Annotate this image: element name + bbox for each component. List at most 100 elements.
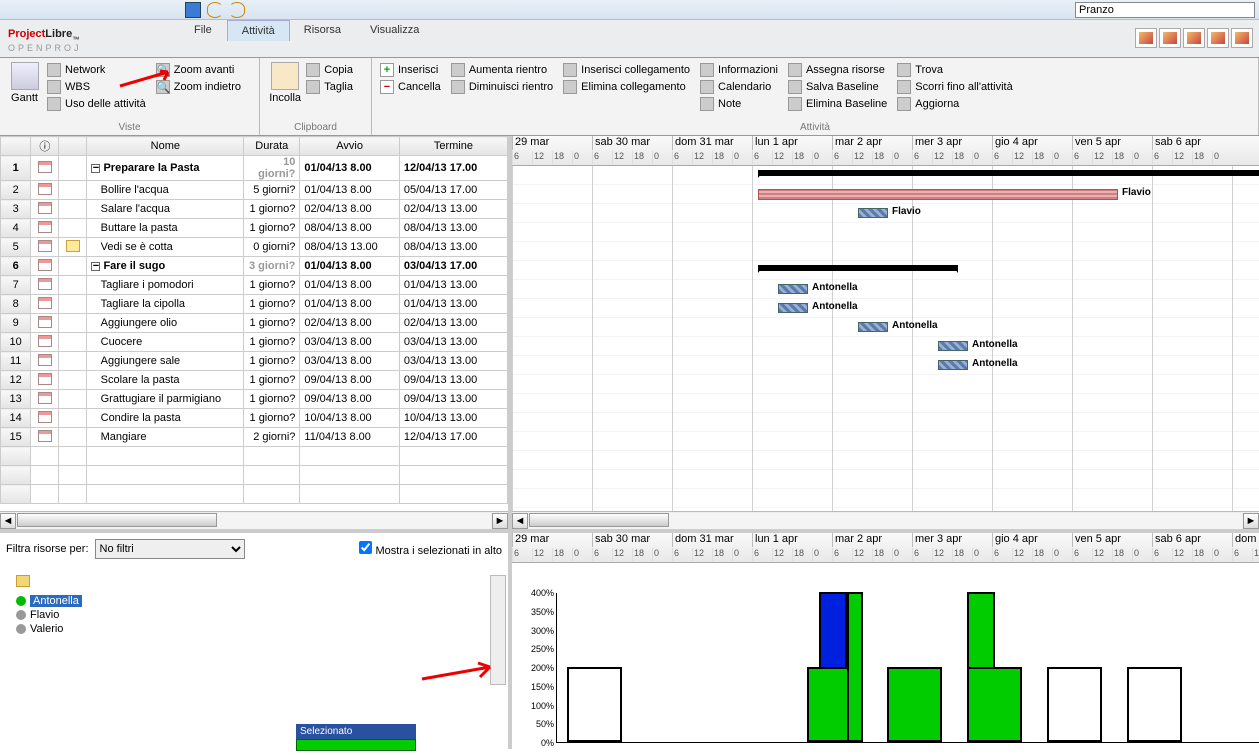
undo-icon[interactable] bbox=[207, 2, 223, 18]
row-number[interactable]: 12 bbox=[1, 371, 31, 390]
task-hscroll[interactable]: ◄ ► bbox=[0, 511, 508, 529]
task-name-cell[interactable]: Tagliare la cipolla bbox=[87, 295, 244, 314]
task-end-cell[interactable]: 09/04/13 13.00 bbox=[399, 390, 507, 409]
table-row[interactable]: 3 Salare l'acqua1 giorno?02/04/13 8.0002… bbox=[1, 200, 508, 219]
row-number[interactable]: 5 bbox=[1, 238, 31, 257]
menu-risorsa[interactable]: Risorsa bbox=[290, 20, 356, 40]
row-number[interactable]: 10 bbox=[1, 333, 31, 352]
task-name-cell[interactable]: Grattugiare il parmigiano bbox=[87, 390, 244, 409]
project-name-field[interactable]: Pranzo bbox=[1075, 2, 1255, 18]
insert-button[interactable]: Inserisci bbox=[380, 62, 441, 78]
task-start-cell[interactable]: 01/04/13 8.00 bbox=[300, 156, 399, 181]
resource-antonella[interactable]: Antonella bbox=[16, 594, 502, 608]
scroll-thumb[interactable] bbox=[17, 513, 217, 527]
update-button[interactable]: Aggiorna bbox=[897, 96, 1012, 112]
task-start-cell[interactable]: 01/04/13 8.00 bbox=[300, 295, 399, 314]
table-row[interactable]: 9 Aggiungere olio1 giorno?02/04/13 8.000… bbox=[1, 314, 508, 333]
table-row[interactable]: 2 Bollire l'acqua5 giorni?01/04/13 8.000… bbox=[1, 181, 508, 200]
cut-button[interactable]: Taglia bbox=[306, 79, 353, 95]
paste-button[interactable]: Incolla bbox=[268, 62, 302, 104]
table-row[interactable]: 10 Cuocere1 giorno?03/04/13 8.0003/04/13… bbox=[1, 333, 508, 352]
wbs-button[interactable]: WBS bbox=[47, 79, 146, 95]
view-icon-3[interactable] bbox=[1183, 28, 1205, 48]
info-button[interactable]: Informazioni bbox=[700, 62, 778, 78]
redo-icon[interactable] bbox=[229, 2, 245, 18]
table-row[interactable]: 7 Tagliare i pomodori1 giorno?01/04/13 8… bbox=[1, 276, 508, 295]
gantt-scroll-right-icon[interactable]: ► bbox=[1243, 513, 1259, 529]
task-duration-cell[interactable]: 1 giorno? bbox=[244, 371, 300, 390]
table-row[interactable]: 13 Grattugiare il parmigiano1 giorno?09/… bbox=[1, 390, 508, 409]
task-end-cell[interactable]: 10/04/13 13.00 bbox=[399, 409, 507, 428]
network-button[interactable]: Network bbox=[47, 62, 146, 78]
delete-button[interactable]: Cancella bbox=[380, 79, 441, 95]
show-selected-check[interactable]: Mostra i selezionati in alto bbox=[359, 541, 502, 557]
col-nome[interactable]: Nome bbox=[87, 137, 244, 156]
task-start-cell[interactable]: 01/04/13 8.00 bbox=[300, 181, 399, 200]
task-duration-cell[interactable]: 1 giorno? bbox=[244, 333, 300, 352]
col-indicator[interactable]: ⓘ bbox=[31, 137, 59, 156]
find-button[interactable]: Trova bbox=[897, 62, 1012, 78]
gantt-bar[interactable] bbox=[758, 265, 958, 271]
note-button[interactable]: Note bbox=[700, 96, 778, 112]
col-termine[interactable]: Termine bbox=[399, 137, 507, 156]
table-row[interactable]: 12 Scolare la pasta1 giorno?09/04/13 8.0… bbox=[1, 371, 508, 390]
col-durata[interactable]: Durata bbox=[244, 137, 300, 156]
gantt-bar[interactable] bbox=[858, 322, 888, 332]
col-avvio[interactable]: Avvio bbox=[300, 137, 399, 156]
row-number[interactable]: 4 bbox=[1, 219, 31, 238]
view-icon-2[interactable] bbox=[1159, 28, 1181, 48]
view-icon-4[interactable] bbox=[1207, 28, 1229, 48]
assign-resources-button[interactable]: Assegna risorse bbox=[788, 62, 887, 78]
link-button[interactable]: Inserisci collegamento bbox=[563, 62, 690, 78]
scroll-right-icon[interactable]: ► bbox=[492, 513, 508, 529]
row-number[interactable]: 2 bbox=[1, 181, 31, 200]
table-row[interactable]: 6−Fare il sugo3 giorni?01/04/13 8.0003/0… bbox=[1, 257, 508, 276]
task-name-cell[interactable]: Cuocere bbox=[87, 333, 244, 352]
table-row[interactable]: 15 Mangiare2 giorni?11/04/13 8.0012/04/1… bbox=[1, 428, 508, 447]
zoom-in-button[interactable]: 🔍Zoom avanti bbox=[156, 62, 241, 78]
col-rownum[interactable] bbox=[1, 137, 31, 156]
scroll-left-icon[interactable]: ◄ bbox=[0, 513, 16, 529]
save-icon[interactable] bbox=[185, 2, 201, 18]
task-end-cell[interactable]: 08/04/13 13.00 bbox=[399, 219, 507, 238]
task-start-cell[interactable]: 01/04/13 8.00 bbox=[300, 257, 399, 276]
menu-attivita[interactable]: Attività bbox=[227, 20, 290, 41]
task-end-cell[interactable]: 03/04/13 13.00 bbox=[399, 352, 507, 371]
gantt-bar[interactable] bbox=[938, 360, 968, 370]
task-duration-cell[interactable]: 1 giorno? bbox=[244, 314, 300, 333]
task-duration-cell[interactable]: 0 giorni? bbox=[244, 238, 300, 257]
task-duration-cell[interactable]: 5 giorni? bbox=[244, 181, 300, 200]
col-indicator2[interactable] bbox=[59, 137, 87, 156]
gantt-scroll-left-icon[interactable]: ◄ bbox=[512, 513, 528, 529]
table-row[interactable]: 1−Preparare la Pasta10 giorni?01/04/13 8… bbox=[1, 156, 508, 181]
task-start-cell[interactable]: 08/04/13 8.00 bbox=[300, 219, 399, 238]
show-selected-checkbox[interactable] bbox=[359, 541, 372, 554]
task-duration-cell[interactable]: 1 giorno? bbox=[244, 276, 300, 295]
task-start-cell[interactable]: 02/04/13 8.00 bbox=[300, 314, 399, 333]
task-end-cell[interactable]: 01/04/13 13.00 bbox=[399, 276, 507, 295]
task-end-cell[interactable]: 03/04/13 13.00 bbox=[399, 333, 507, 352]
gantt-scroll-thumb[interactable] bbox=[529, 513, 669, 527]
gantt-bar[interactable] bbox=[938, 341, 968, 351]
task-name-cell[interactable]: −Preparare la Pasta bbox=[87, 156, 244, 181]
task-end-cell[interactable]: 02/04/13 13.00 bbox=[399, 200, 507, 219]
histogram-pane[interactable]: 29 mar612180sab 30 mar612180dom 31 mar61… bbox=[512, 533, 1259, 749]
task-duration-cell[interactable]: 1 giorno? bbox=[244, 409, 300, 428]
row-number[interactable]: 3 bbox=[1, 200, 31, 219]
zoom-out-button[interactable]: 🔍Zoom indietro bbox=[156, 79, 241, 95]
task-start-cell[interactable]: 03/04/13 8.00 bbox=[300, 333, 399, 352]
task-end-cell[interactable]: 05/04/13 17.00 bbox=[399, 181, 507, 200]
scroll-to-task-button[interactable]: Scorri fino all'attività bbox=[897, 79, 1012, 95]
task-duration-cell[interactable]: 1 giorno? bbox=[244, 219, 300, 238]
gantt-bar[interactable] bbox=[858, 208, 888, 218]
gantt-hscroll[interactable]: ◄ ► bbox=[512, 511, 1259, 529]
task-name-cell[interactable]: Aggiungere sale bbox=[87, 352, 244, 371]
task-start-cell[interactable]: 09/04/13 8.00 bbox=[300, 371, 399, 390]
view-icon-1[interactable] bbox=[1135, 28, 1157, 48]
table-row[interactable] bbox=[1, 466, 508, 485]
table-row[interactable]: 11 Aggiungere sale1 giorno?03/04/13 8.00… bbox=[1, 352, 508, 371]
task-end-cell[interactable]: 08/04/13 13.00 bbox=[399, 238, 507, 257]
gantt-button[interactable]: Gantt bbox=[8, 62, 41, 112]
task-duration-cell[interactable]: 1 giorno? bbox=[244, 352, 300, 371]
task-start-cell[interactable]: 10/04/13 8.00 bbox=[300, 409, 399, 428]
